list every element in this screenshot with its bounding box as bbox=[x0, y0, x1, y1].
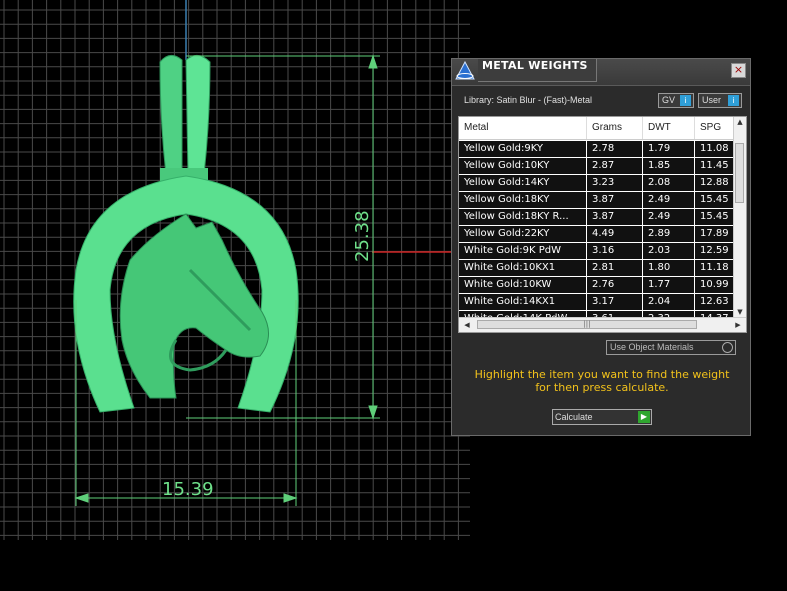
metal-weights-panel: METAL WEIGHTS × Library: Satin Blur - (F… bbox=[451, 58, 751, 436]
table-cell: White Gold:9K PdW bbox=[459, 243, 587, 259]
table-cell: White Gold:10KW bbox=[459, 277, 587, 293]
scroll-right-icon[interactable]: ▶ bbox=[732, 320, 744, 330]
table-cell: 3.17 bbox=[587, 294, 643, 310]
table-cell: 2.49 bbox=[643, 192, 695, 208]
table-cell: Yellow Gold:10KY bbox=[459, 158, 587, 174]
table-row[interactable]: Yellow Gold:22KY 4.49 2.89 17.89 bbox=[459, 226, 735, 243]
table-cell: White Gold:10KX1 bbox=[459, 260, 587, 276]
column-header-metal[interactable]: Metal bbox=[459, 117, 587, 139]
table-cell: 1.85 bbox=[643, 158, 695, 174]
table-cell: 3.16 bbox=[587, 243, 643, 259]
app-logo-icon bbox=[455, 60, 475, 80]
table-cell: 12.63 bbox=[695, 294, 735, 310]
table-cell: 12.88 bbox=[695, 175, 735, 191]
play-icon: ▶ bbox=[638, 411, 650, 423]
table-cell: 2.03 bbox=[643, 243, 695, 259]
table-cell: 2.49 bbox=[643, 209, 695, 225]
table-cell: 1.80 bbox=[643, 260, 695, 276]
table-cell: 2.87 bbox=[587, 158, 643, 174]
table-row[interactable]: White Gold:10KW 2.76 1.77 10.99 bbox=[459, 277, 735, 294]
table-cell: 15.45 bbox=[695, 209, 735, 225]
table-cell: 2.76 bbox=[587, 277, 643, 293]
table-row[interactable]: Yellow Gold:14KY 3.23 2.08 12.88 bbox=[459, 175, 735, 192]
vertical-scrollbar[interactable]: ▲ ▼ bbox=[733, 117, 746, 317]
table-cell: 3.23 bbox=[587, 175, 643, 191]
info-icon: i bbox=[680, 95, 691, 106]
panel-title: METAL WEIGHTS bbox=[482, 59, 588, 72]
table-cell: 3.87 bbox=[587, 192, 643, 208]
table-row[interactable]: White Gold:14KX1 3.17 2.04 12.63 bbox=[459, 294, 735, 311]
table-cell: 2.08 bbox=[643, 175, 695, 191]
table-cell: 2.04 bbox=[643, 294, 695, 310]
scroll-down-icon[interactable]: ▼ bbox=[734, 307, 746, 317]
table-row[interactable]: White Gold:9K PdW 3.16 2.03 12.59 bbox=[459, 243, 735, 260]
use-object-materials-label: Use Object Materials bbox=[610, 342, 694, 352]
table-cell: 15.45 bbox=[695, 192, 735, 208]
table-cell: 11.45 bbox=[695, 158, 735, 174]
table-row[interactable]: Yellow Gold:9KY 2.78 1.79 11.08 bbox=[459, 141, 735, 158]
close-button[interactable]: × bbox=[731, 63, 746, 78]
column-header-spg[interactable]: SPG bbox=[695, 117, 735, 139]
table-cell: Yellow Gold:14KY bbox=[459, 175, 587, 191]
table-cell: 2.78 bbox=[587, 141, 643, 157]
gv-label: GV bbox=[662, 95, 676, 105]
table-cell: 11.08 bbox=[695, 141, 735, 157]
table-cell: 11.18 bbox=[695, 260, 735, 276]
table-cell: Yellow Gold:22KY bbox=[459, 226, 587, 242]
table-row[interactable]: Yellow Gold:10KY 2.87 1.85 11.45 bbox=[459, 158, 735, 175]
calculate-label: Calculate bbox=[555, 412, 593, 422]
user-label: User bbox=[702, 95, 722, 105]
scroll-left-icon[interactable]: ◀ bbox=[461, 320, 473, 330]
table-cell: Yellow Gold:18KY R... bbox=[459, 209, 587, 225]
table-row[interactable]: Yellow Gold:18KY R... 3.87 2.49 15.45 bbox=[459, 209, 735, 226]
use-object-materials-toggle[interactable]: Use Object Materials bbox=[606, 340, 736, 355]
table-cell: 2.89 bbox=[643, 226, 695, 242]
table-cell: 1.79 bbox=[643, 141, 695, 157]
table-body: Yellow Gold:9KY 2.78 1.79 11.08 Yellow Gold:… bbox=[459, 141, 735, 328]
pendant-bail-right bbox=[185, 55, 211, 176]
height-dimension-label: 25.38 bbox=[352, 210, 373, 262]
table-cell: Yellow Gold:18KY bbox=[459, 192, 587, 208]
gv-toggle[interactable]: GV i bbox=[658, 93, 694, 108]
table-cell: 2.81 bbox=[587, 260, 643, 276]
panel-titlebar[interactable]: METAL WEIGHTS × bbox=[452, 59, 750, 86]
table-cell: 10.99 bbox=[695, 277, 735, 293]
horizontal-scroll-thumb[interactable]: ||| bbox=[477, 320, 697, 329]
instructions-text: Highlight the item you want to find the … bbox=[474, 368, 730, 394]
width-dimension-label: 15.39 bbox=[162, 479, 214, 500]
column-header-dwt[interactable]: DWT bbox=[643, 117, 695, 139]
table-cell: 4.49 bbox=[587, 226, 643, 242]
radio-icon bbox=[722, 342, 733, 353]
table-cell: Yellow Gold:9KY bbox=[459, 141, 587, 157]
vertical-scroll-thumb[interactable] bbox=[735, 143, 744, 203]
scroll-up-icon[interactable]: ▲ bbox=[734, 117, 746, 127]
table-cell: 3.87 bbox=[587, 209, 643, 225]
calculate-button[interactable]: Calculate ▶ bbox=[552, 409, 652, 425]
table-cell: 17.89 bbox=[695, 226, 735, 242]
table-cell: White Gold:14KX1 bbox=[459, 294, 587, 310]
table-cell: 1.77 bbox=[643, 277, 695, 293]
table-row[interactable]: White Gold:10KX1 2.81 1.80 11.18 bbox=[459, 260, 735, 277]
user-toggle[interactable]: User i bbox=[698, 93, 742, 108]
table-header: Metal Grams DWT SPG bbox=[459, 117, 735, 140]
table-cell: 12.59 bbox=[695, 243, 735, 259]
metal-table: Metal Grams DWT SPG Yellow Gold:9KY 2.78 1… bbox=[458, 116, 747, 333]
pendant-bail bbox=[159, 55, 183, 176]
horizontal-scrollbar[interactable]: ◀ ||| ▶ bbox=[459, 317, 746, 332]
info-icon: i bbox=[728, 95, 739, 106]
table-row[interactable]: Yellow Gold:18KY 3.87 2.49 15.45 bbox=[459, 192, 735, 209]
library-label: Library: Satin Blur - (Fast)-Metal bbox=[464, 95, 593, 105]
column-header-grams[interactable]: Grams bbox=[587, 117, 643, 139]
